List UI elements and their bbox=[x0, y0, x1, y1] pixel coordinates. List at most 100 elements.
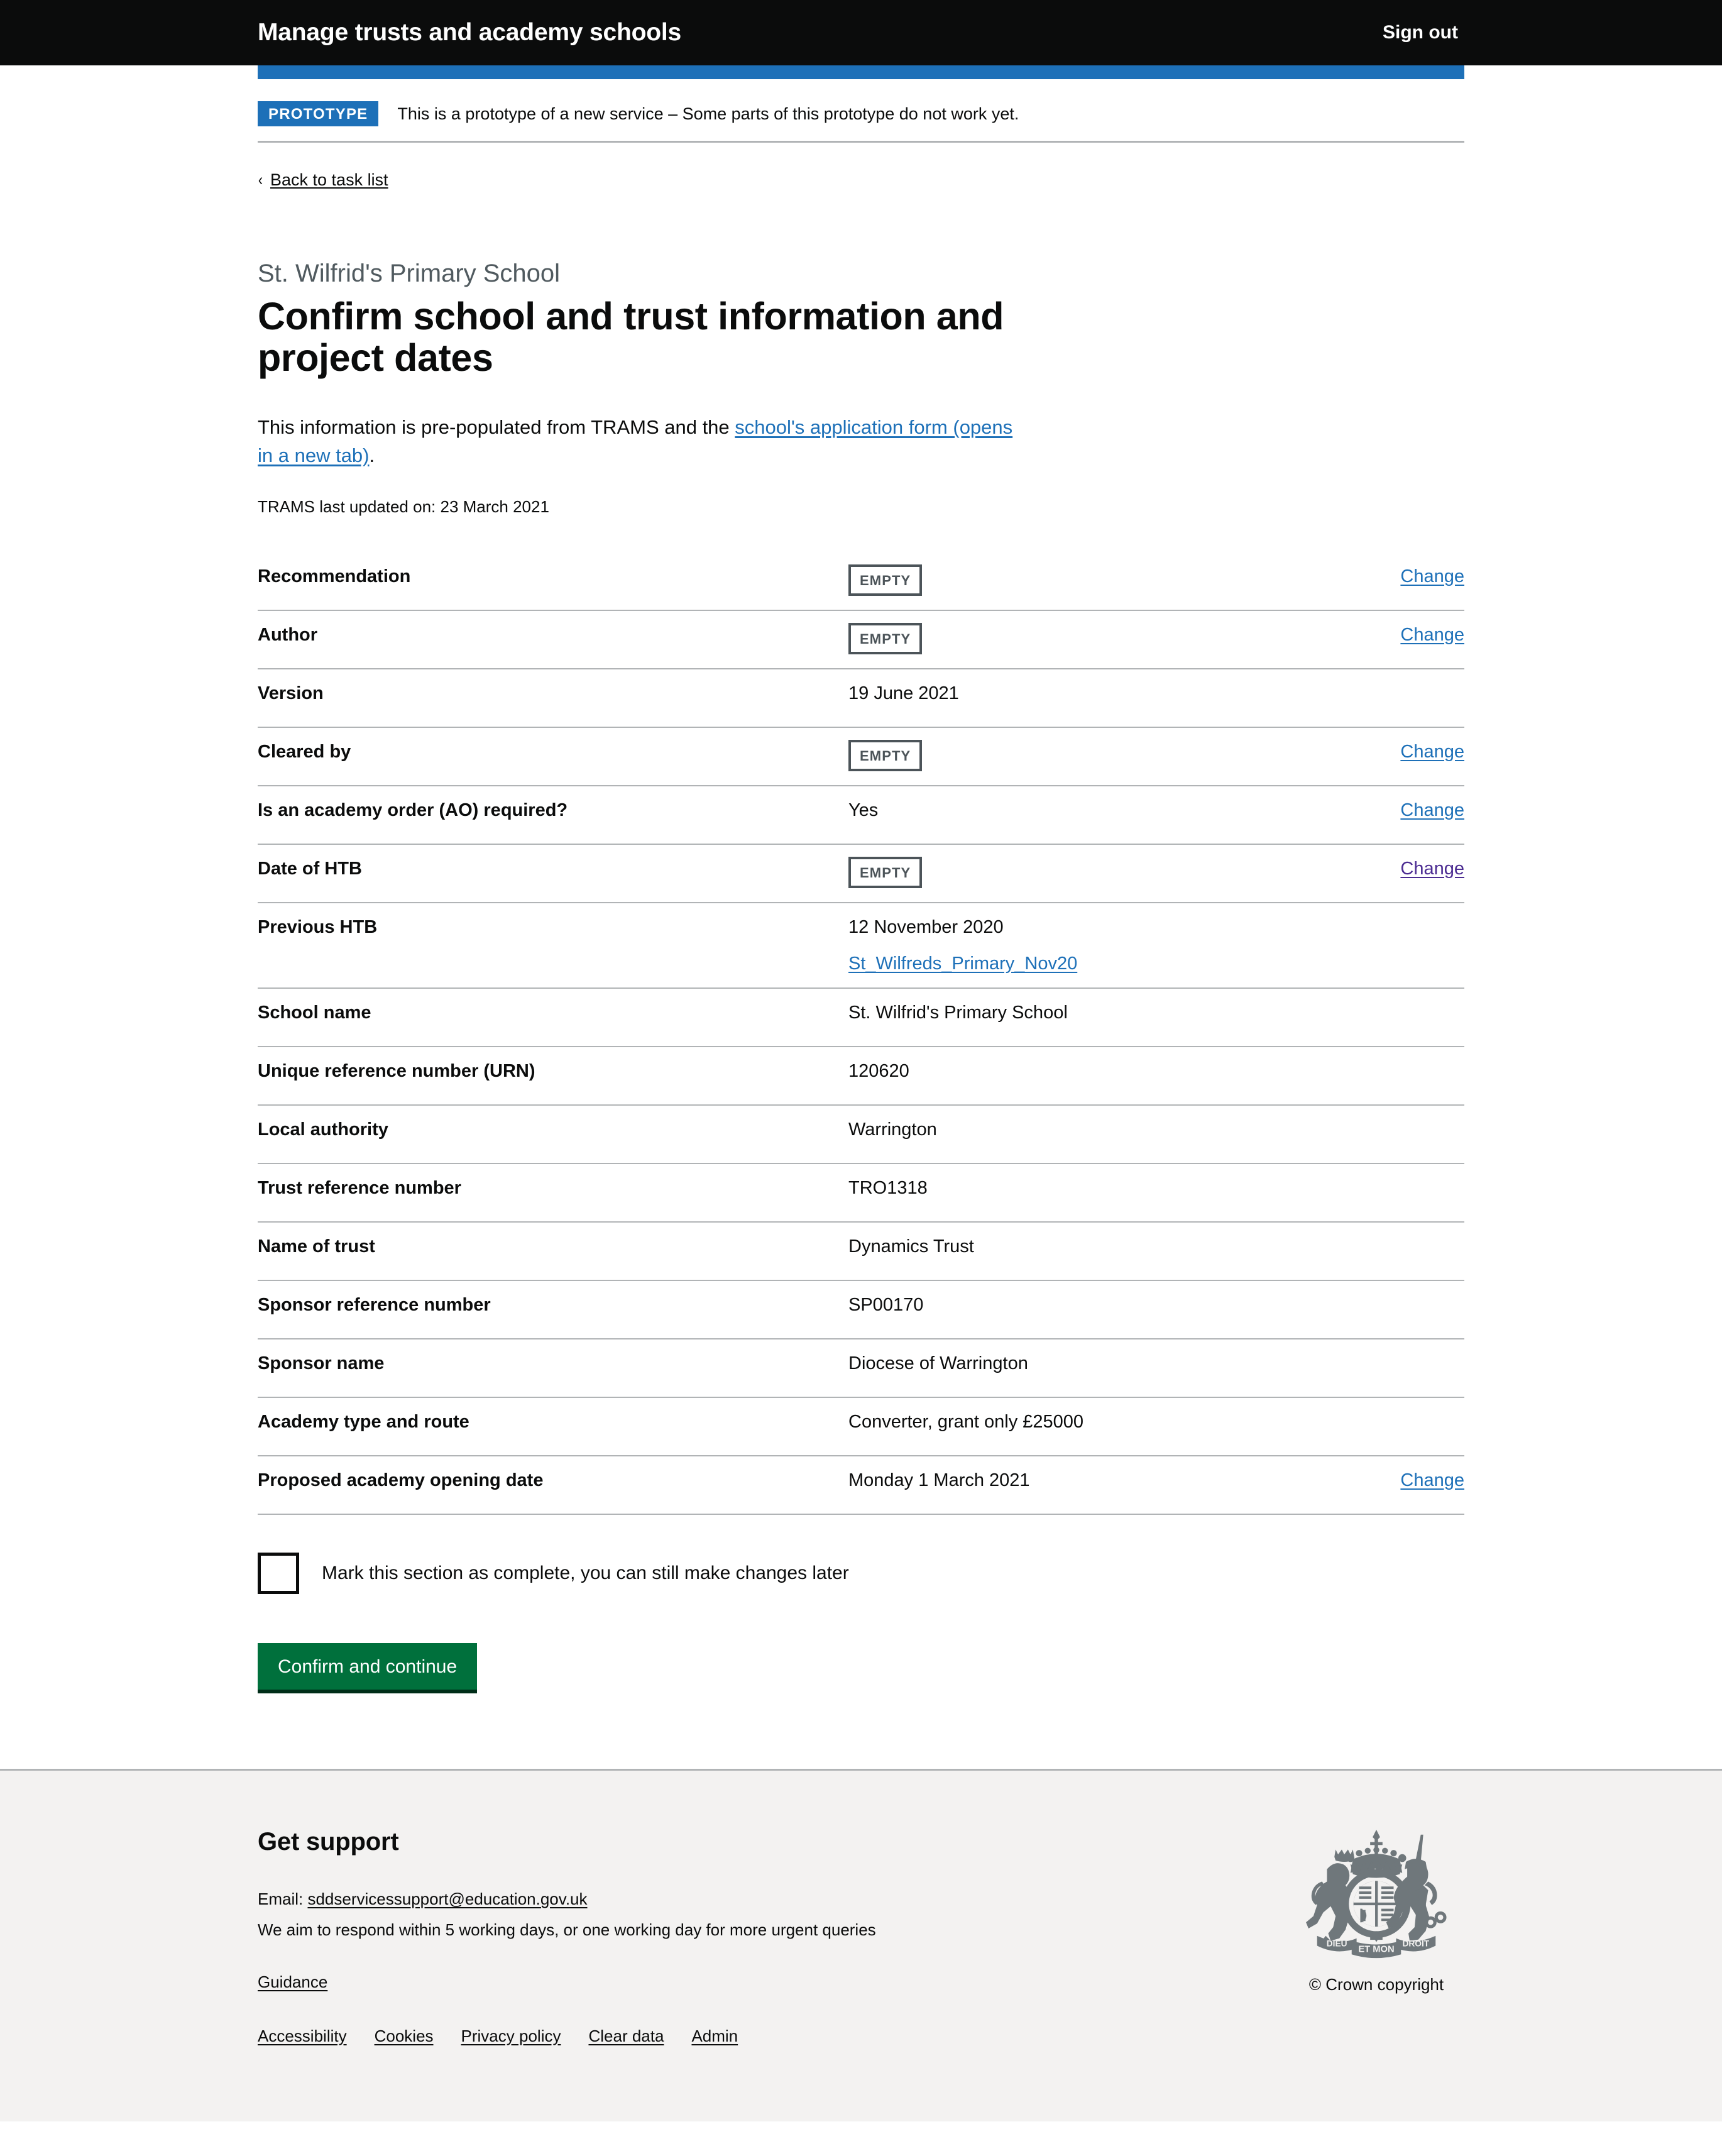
page-title: Confirm school and trust information and… bbox=[258, 295, 1004, 380]
svg-text:DROIT: DROIT bbox=[1402, 1939, 1429, 1949]
footer-link[interactable]: Accessibility bbox=[258, 2027, 347, 2046]
summary-list-value: 19 June 2021 bbox=[848, 681, 1301, 705]
summary-list-key: Recommendation bbox=[258, 566, 411, 587]
phase-tag: PROTOTYPE bbox=[258, 101, 379, 126]
summary-list-value-text: St. Wilfrid's Primary School bbox=[848, 1002, 1068, 1023]
change-link[interactable]: Change bbox=[1400, 742, 1464, 762]
summary-list-row: Unique reference number (URN) 120620 bbox=[258, 1047, 1464, 1106]
chevron-left-icon: ‹ bbox=[258, 170, 263, 189]
summary-list-key: School name bbox=[258, 1002, 371, 1023]
summary-list-key: Trust reference number bbox=[258, 1177, 461, 1198]
summary-list-value: Diocese of Warrington bbox=[848, 1351, 1301, 1375]
summary-list-value-text: TRO1318 bbox=[848, 1177, 928, 1198]
back-to-task-list-link[interactable]: ‹ Back to task list bbox=[258, 170, 388, 190]
change-link[interactable]: Change bbox=[1400, 800, 1464, 820]
mark-complete-label[interactable]: Mark this section as complete, you can s… bbox=[322, 1561, 849, 1585]
footer-link[interactable]: Admin bbox=[691, 2027, 738, 2046]
summary-list-row: Recommendation EMPTY Change bbox=[258, 553, 1464, 612]
empty-status-tag: EMPTY bbox=[848, 564, 923, 597]
summary-list-value: TRO1318 bbox=[848, 1176, 1301, 1200]
crown-copyright-label: © Crown copyright bbox=[1308, 1975, 1444, 1994]
summary-list-key: Author bbox=[258, 625, 318, 646]
summary-list-row: School name St. Wilfrid's Primary School bbox=[258, 989, 1464, 1047]
footer-crown-block: DIEU DROIT ET MON © Crown copyright bbox=[1295, 1827, 1464, 1994]
summary-list-action: Change bbox=[1301, 857, 1464, 881]
summary-list-value: St. Wilfrid's Primary School bbox=[848, 1001, 1301, 1025]
summary-list-key: Previous HTB bbox=[258, 917, 378, 938]
footer-heading: Get support bbox=[258, 1828, 399, 1856]
summary-list-row: Name of trust Dynamics Trust bbox=[258, 1223, 1464, 1281]
summary-list-action: Change bbox=[1301, 623, 1464, 647]
summary-list-action: Change bbox=[1301, 740, 1464, 764]
summary-list-key: Unique reference number (URN) bbox=[258, 1060, 535, 1081]
bottom-spacer bbox=[258, 1693, 1464, 1769]
site-header: Manage trusts and academy schools Sign o… bbox=[0, 0, 1722, 65]
summary-list-key: Name of trust bbox=[258, 1236, 375, 1257]
intro-text-suffix: . bbox=[369, 444, 375, 466]
summary-list-value: Warrington bbox=[848, 1118, 1301, 1141]
summary-list-row: Date of HTB EMPTY Change bbox=[258, 845, 1464, 904]
confirm-and-continue-button[interactable]: Confirm and continue bbox=[258, 1642, 478, 1694]
summary-list-key: Is an academy order (AO) required? bbox=[258, 800, 568, 821]
change-link[interactable]: Change bbox=[1400, 1470, 1464, 1490]
previous-htb-document-link[interactable]: St_Wilfreds_Primary_Nov20 bbox=[848, 952, 1282, 976]
summary-list-row: Sponsor name Diocese of Warrington bbox=[258, 1339, 1464, 1398]
summary-list-action: Change bbox=[1301, 564, 1464, 588]
empty-status-tag: EMPTY bbox=[848, 623, 923, 655]
content-wrapper: PROTOTYPE This is a prototype of a new s… bbox=[258, 79, 1464, 1769]
service-name: Manage trusts and academy schools bbox=[258, 18, 681, 46]
summary-list-value: Monday 1 March 2021 bbox=[848, 1468, 1301, 1492]
footer-link[interactable]: Privacy policy bbox=[461, 2027, 561, 2046]
summary-list-row: Version 19 June 2021 bbox=[258, 669, 1464, 729]
blue-accent-bar bbox=[258, 65, 1464, 79]
summary-list-value-text: Yes bbox=[848, 800, 879, 821]
footer-link[interactable]: Clear data bbox=[588, 2027, 664, 2046]
summary-list-value-text: SP00170 bbox=[848, 1294, 924, 1315]
empty-status-tag: EMPTY bbox=[848, 857, 923, 889]
summary-list-row: Cleared by EMPTY Change bbox=[258, 728, 1464, 787]
trams-last-updated: TRAMS last updated on: 23 March 2021 bbox=[258, 497, 549, 516]
mark-complete-checkbox-row[interactable]: Mark this section as complete, you can s… bbox=[258, 1552, 1464, 1594]
summary-list-value: EMPTY bbox=[848, 623, 1301, 655]
footer-support-block: Get support Email: sddservicessupport@ed… bbox=[258, 1827, 876, 2045]
phase-banner: PROTOTYPE This is a prototype of a new s… bbox=[258, 79, 1464, 143]
phase-banner-text: This is a prototype of a new service – S… bbox=[397, 104, 1019, 123]
summary-list-row: Local authority Warrington bbox=[258, 1106, 1464, 1164]
summary-list-key: Local authority bbox=[258, 1119, 388, 1140]
back-link-label: Back to task list bbox=[270, 170, 388, 189]
summary-list-value: SP00170 bbox=[848, 1293, 1301, 1317]
royal-coat-of-arms-icon: DIEU DROIT ET MON bbox=[1295, 1827, 1458, 1966]
change-link[interactable]: Change bbox=[1400, 566, 1464, 586]
change-link[interactable]: Change bbox=[1400, 625, 1464, 645]
guidance-link[interactable]: Guidance bbox=[258, 1972, 327, 1991]
footer-email-label: Email: bbox=[258, 1889, 308, 1909]
summary-list-value: EMPTY bbox=[848, 740, 1301, 772]
intro-paragraph: This information is pre-populated from T… bbox=[258, 414, 1028, 470]
summary-list-key: Date of HTB bbox=[258, 859, 362, 879]
summary-list-key: Sponsor reference number bbox=[258, 1294, 491, 1315]
support-email-link[interactable]: sddservicessupport@education.gov.uk bbox=[307, 1889, 587, 1908]
summary-list-value: 120620 bbox=[848, 1059, 1301, 1083]
mark-complete-checkbox[interactable] bbox=[258, 1552, 299, 1594]
summary-list-value-text: Warrington bbox=[848, 1119, 937, 1140]
summary-list-value: Yes bbox=[848, 798, 1301, 822]
summary-list-value: 12 November 2020 St_Wilfreds_Primary_Nov2… bbox=[848, 915, 1301, 976]
summary-list-value-text: Converter, grant only £25000 bbox=[848, 1411, 1084, 1432]
sign-out-link[interactable]: Sign out bbox=[1383, 22, 1464, 43]
summary-list: Recommendation EMPTY Change Author EMPTY Chan… bbox=[258, 553, 1464, 1515]
summary-list-value: EMPTY bbox=[848, 857, 1301, 889]
summary-list-value-text: Monday 1 March 2021 bbox=[848, 1470, 1030, 1490]
summary-list-row: Trust reference number TRO1318 bbox=[258, 1164, 1464, 1223]
svg-text:DIEU: DIEU bbox=[1327, 1939, 1347, 1949]
footer-email-line: Email: sddservicessupport@education.gov.… bbox=[258, 1888, 876, 1911]
summary-list-value: Dynamics Trust bbox=[848, 1235, 1301, 1258]
footer-response-time: We aim to respond within 5 working days,… bbox=[258, 1920, 876, 1939]
summary-list-key: Sponsor name bbox=[258, 1353, 385, 1373]
summary-list-value-text: Diocese of Warrington bbox=[848, 1353, 1028, 1373]
summary-list-value: Converter, grant only £25000 bbox=[848, 1410, 1301, 1434]
summary-list-key: Proposed academy opening date bbox=[258, 1470, 544, 1490]
change-link[interactable]: Change bbox=[1400, 859, 1464, 879]
footer-links: Accessibility Cookies Privacy policy Clear … bbox=[258, 2027, 876, 2046]
empty-status-tag: EMPTY bbox=[848, 740, 923, 772]
footer-link[interactable]: Cookies bbox=[375, 2027, 434, 2046]
